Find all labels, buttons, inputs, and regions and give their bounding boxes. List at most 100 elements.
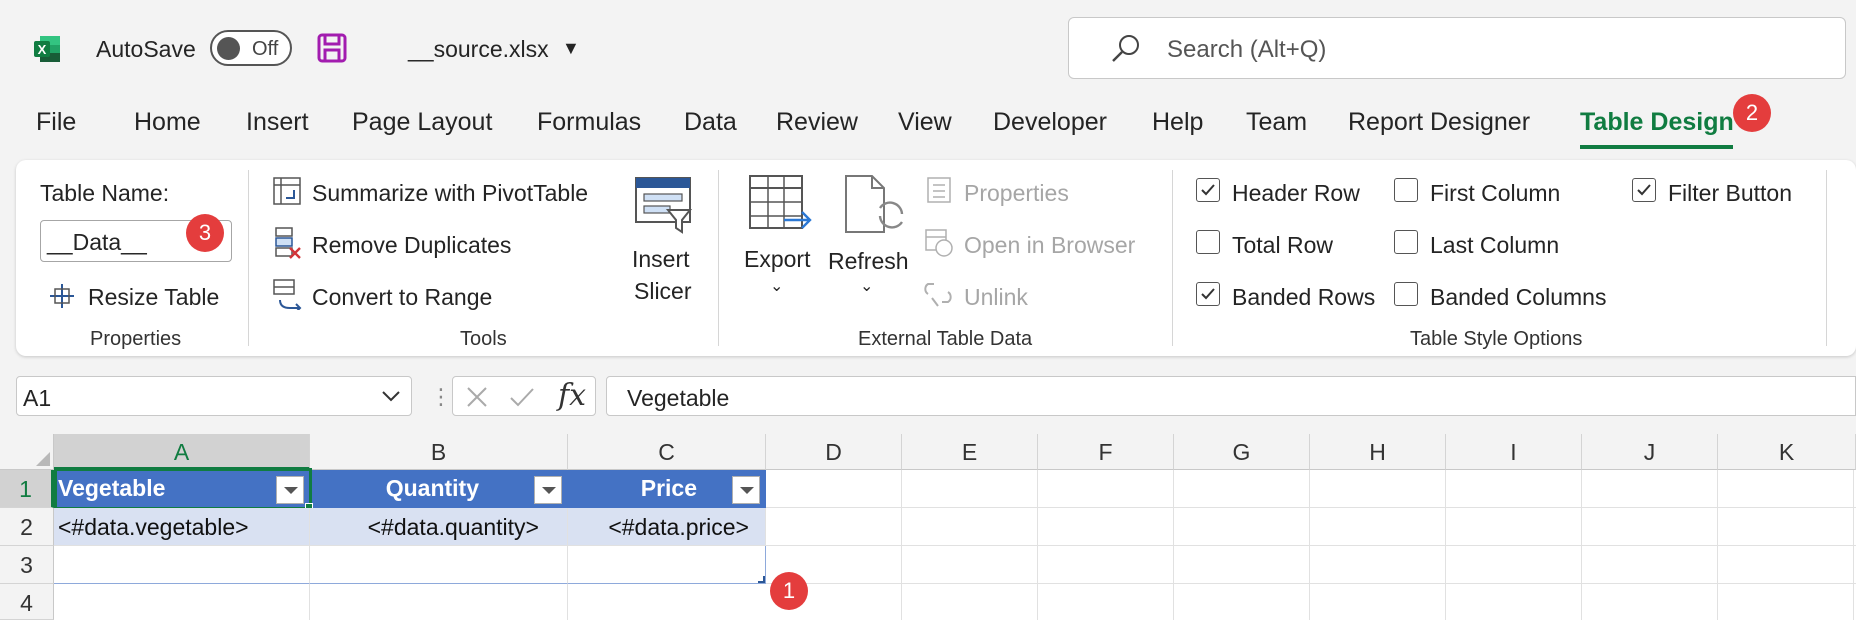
callout-badge-1: 1 [770,572,808,610]
ribbon-tabs: File Home Insert Page Layout Formulas Da… [0,108,1856,148]
column-header-i[interactable]: I [1446,434,1582,470]
select-all-corner[interactable] [0,434,54,470]
tab-insert[interactable]: Insert [246,108,309,137]
refresh-icon[interactable] [842,174,906,238]
table-header-cell[interactable]: Price [568,470,766,508]
tab-review[interactable]: Review [776,108,858,137]
group-divider [718,170,719,346]
summarize-pivot-button[interactable]: Summarize with PivotTable [312,180,588,207]
header-row-label[interactable]: Header Row [1232,180,1360,207]
convert-to-range-icon [273,279,302,310]
table-data-cell[interactable]: <#data.quantity> [310,508,568,546]
tab-page-layout[interactable]: Page Layout [352,108,492,137]
table-data-cell[interactable]: <#data.price> [568,508,766,546]
tab-team[interactable]: Team [1246,108,1307,137]
column-header-b[interactable]: B [310,434,568,470]
convert-to-range-button[interactable]: Convert to Range [312,284,492,311]
table-header-cell[interactable]: Quantity [310,470,568,508]
column-header-a[interactable]: A [54,434,310,470]
tab-home[interactable]: Home [134,108,201,137]
group-divider [1172,170,1173,346]
total-row-label[interactable]: Total Row [1232,232,1333,259]
tab-data[interactable]: Data [684,108,737,137]
name-box[interactable]: A1 [16,376,412,416]
tab-table-design[interactable]: Table Design [1580,108,1734,137]
insert-slicer-label-2[interactable]: Slicer [634,278,692,305]
file-name[interactable]: __source.xlsx [408,36,549,63]
tab-file[interactable]: File [36,108,76,137]
table-resize-handle-icon[interactable] [756,574,766,584]
save-icon[interactable] [316,32,348,64]
first-column-checkbox[interactable] [1394,178,1418,202]
filter-dropdown-icon[interactable] [534,476,562,504]
empty-cells[interactable] [766,470,1856,620]
tab-report-designer[interactable]: Report Designer [1348,108,1530,137]
banded-columns-label[interactable]: Banded Columns [1430,284,1606,311]
filter-button-checkbox[interactable] [1632,178,1656,202]
export-dropdown-icon[interactable]: ⌄ [770,276,783,296]
first-column-label[interactable]: First Column [1430,180,1560,207]
last-column-label[interactable]: Last Column [1430,232,1559,259]
cancel-icon[interactable] [465,385,489,409]
tab-developer[interactable]: Developer [993,108,1107,137]
resize-table-button[interactable]: Resize Table [88,284,219,311]
table-empty-cell[interactable] [568,546,766,584]
table-empty-cell[interactable] [310,546,568,584]
column-header-c[interactable]: C [568,434,766,470]
insert-slicer-icon[interactable] [632,174,694,236]
row-header-2[interactable]: 2 [0,508,54,546]
filter-dropdown-icon[interactable] [276,476,304,504]
header-vegetable: Vegetable [58,475,166,501]
column-header-d[interactable]: D [766,434,902,470]
column-header-g[interactable]: G [1174,434,1310,470]
banded-columns-checkbox[interactable] [1394,282,1418,306]
header-quantity: Quantity [385,475,479,501]
column-header-k[interactable]: K [1718,434,1856,470]
autosave-toggle[interactable]: Off [210,30,292,66]
export-icon[interactable] [748,174,814,236]
export-button[interactable]: Export [744,246,810,273]
chevron-down-icon[interactable]: ▼ [562,38,580,59]
table-empty-cell[interactable] [54,546,310,584]
excel-logo-icon[interactable]: X [32,34,62,64]
unlink-button: Unlink [964,284,1028,310]
column-header-f[interactable]: F [1038,434,1174,470]
tab-formulas[interactable]: Formulas [537,108,641,137]
row-header-4[interactable]: 4 [0,584,54,620]
chevron-down-icon[interactable] [381,389,401,403]
tab-view[interactable]: View [898,108,952,137]
table-data-cell[interactable]: <#data.vegetable> [54,508,310,546]
unlink-icon [924,283,952,307]
formula-input[interactable]: Vegetable [606,376,1856,416]
refresh-button[interactable]: Refresh [828,248,909,275]
last-column-checkbox[interactable] [1394,230,1418,254]
row-header-1[interactable]: 1 [0,470,54,508]
empty-cells-row-4[interactable] [54,584,766,620]
group-label-table-style-options: Table Style Options [1410,328,1583,350]
tab-help[interactable]: Help [1152,108,1203,137]
column-header-e[interactable]: E [902,434,1038,470]
refresh-dropdown-icon[interactable]: ⌄ [860,276,873,296]
column-header-j[interactable]: J [1582,434,1718,470]
filter-dropdown-icon[interactable] [732,476,760,504]
enter-check-icon[interactable] [509,385,535,409]
banded-rows-label[interactable]: Banded Rows [1232,284,1375,311]
properties-button: Properties [964,180,1069,206]
total-row-checkbox[interactable] [1196,230,1220,254]
search-box[interactable]: Search (Alt+Q) [1068,17,1846,79]
table-header-cell[interactable]: Vegetable [54,470,310,508]
group-label-tools: Tools [460,328,507,350]
banded-rows-checkbox[interactable] [1196,282,1220,306]
insert-slicer-label-1[interactable]: Insert [632,246,690,273]
header-row-checkbox[interactable] [1196,178,1220,202]
row-header-3[interactable]: 3 [0,546,54,584]
table-name-value: __Data__ [47,229,147,255]
check-icon [1201,184,1215,196]
search-placeholder: Search (Alt+Q) [1167,36,1327,63]
filter-button-label[interactable]: Filter Button [1668,180,1792,207]
column-header-h[interactable]: H [1310,434,1446,470]
insert-function-icon[interactable]: fx [558,378,586,413]
group-label-external-table-data: External Table Data [858,328,1033,350]
more-options-icon[interactable]: ⋮ [430,384,452,410]
remove-duplicates-button[interactable]: Remove Duplicates [312,232,511,259]
